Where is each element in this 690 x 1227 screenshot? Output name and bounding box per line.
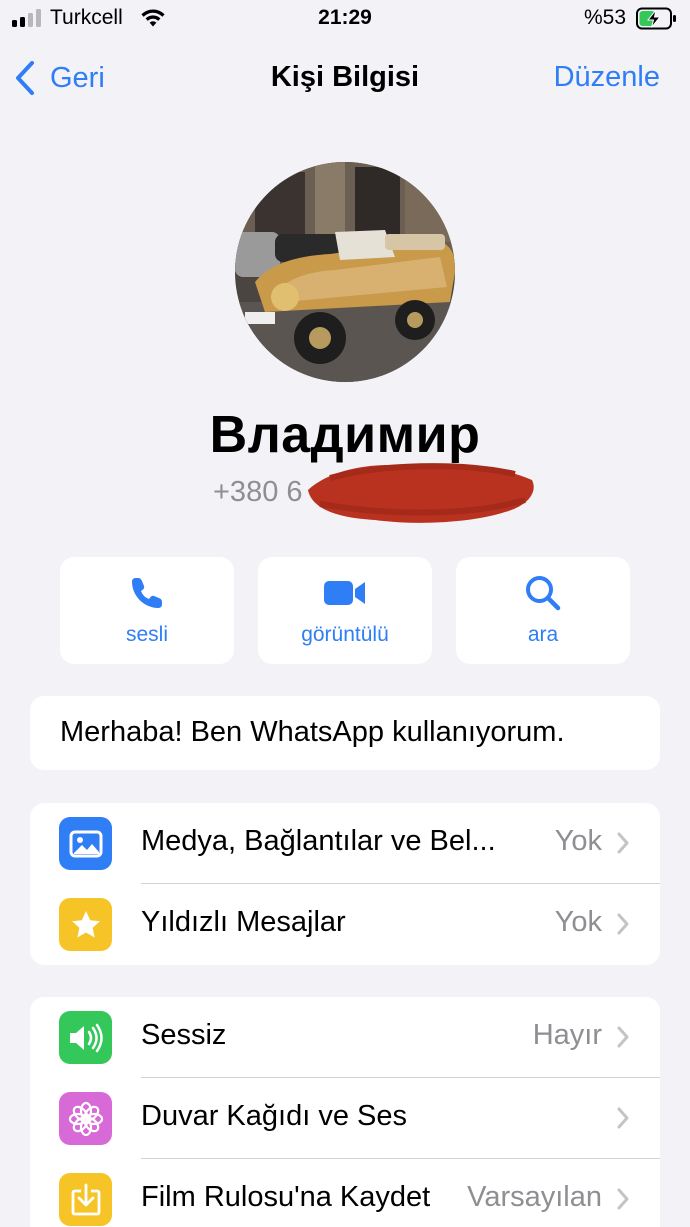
- battery-charging-icon: [636, 7, 676, 30]
- row-title: Duvar Kağıdı ve Ses: [141, 1100, 407, 1132]
- media-group: Medya, Bağlantılar ve Bel... Yok Yıldızl…: [30, 803, 660, 965]
- status-bar: Turkcell 21:29 %53: [0, 0, 690, 40]
- row-title: Sessiz: [141, 1019, 227, 1051]
- phone-icon: [132, 578, 162, 608]
- battery-percentage: %53: [584, 6, 627, 29]
- avatar-photo: [235, 162, 455, 382]
- chevron-right-icon: [617, 1107, 629, 1129]
- video-call-label: görüntülü: [301, 623, 389, 646]
- wallpaper-sound-row[interactable]: Duvar Kağıdı ve Ses: [30, 1078, 660, 1159]
- star-icon: [59, 898, 112, 951]
- starred-messages-row[interactable]: Yıldızlı Mesajlar Yok: [30, 884, 660, 965]
- chevron-right-icon: [617, 832, 629, 854]
- voice-call-button[interactable]: sesli: [60, 557, 234, 664]
- mute-row[interactable]: Sessiz Hayır: [30, 997, 660, 1078]
- download-icon: [59, 1173, 112, 1226]
- video-call-button[interactable]: görüntülü: [258, 557, 432, 664]
- row-value: Yok: [554, 825, 602, 857]
- row-title: Film Rulosu'na Kaydet: [141, 1181, 431, 1213]
- media-links-docs-row[interactable]: Medya, Bağlantılar ve Bel... Yok: [30, 803, 660, 884]
- contact-phone: +380 6: [213, 476, 303, 508]
- row-title: Yıldızlı Mesajlar: [141, 906, 346, 938]
- about-card[interactable]: Merhaba! Ben WhatsApp kullanıyorum.: [30, 696, 660, 770]
- search-button[interactable]: ara: [456, 557, 630, 664]
- row-value: Varsayılan: [467, 1181, 602, 1213]
- edit-button[interactable]: Düzenle: [554, 61, 660, 94]
- row-value: Yok: [554, 906, 602, 938]
- navigation-bar: Geri Kişi Bilgisi Düzenle: [0, 52, 690, 104]
- avatar[interactable]: [235, 162, 455, 382]
- search-label: ara: [527, 623, 559, 646]
- redaction-scribble: [308, 463, 534, 523]
- settings-group: Sessiz Hayır Duvar Kağıdı ve Ses Film Ru…: [30, 997, 660, 1227]
- flower-icon: [59, 1092, 112, 1145]
- chevron-right-icon: [617, 1026, 629, 1048]
- search-icon: [526, 576, 561, 611]
- video-camera-icon: [324, 581, 365, 605]
- chevron-right-icon: [617, 913, 629, 935]
- about-text: Merhaba! Ben WhatsApp kullanıyorum.: [60, 716, 565, 748]
- save-to-camera-roll-row[interactable]: Film Rulosu'na Kaydet Varsayılan: [30, 1159, 660, 1227]
- voice-call-label: sesli: [125, 623, 168, 646]
- row-value: Hayır: [532, 1019, 602, 1051]
- speaker-icon: [59, 1011, 112, 1064]
- row-title: Medya, Bağlantılar ve Bel...: [141, 825, 496, 857]
- chevron-right-icon: [617, 1188, 629, 1210]
- photo-icon: [59, 817, 112, 870]
